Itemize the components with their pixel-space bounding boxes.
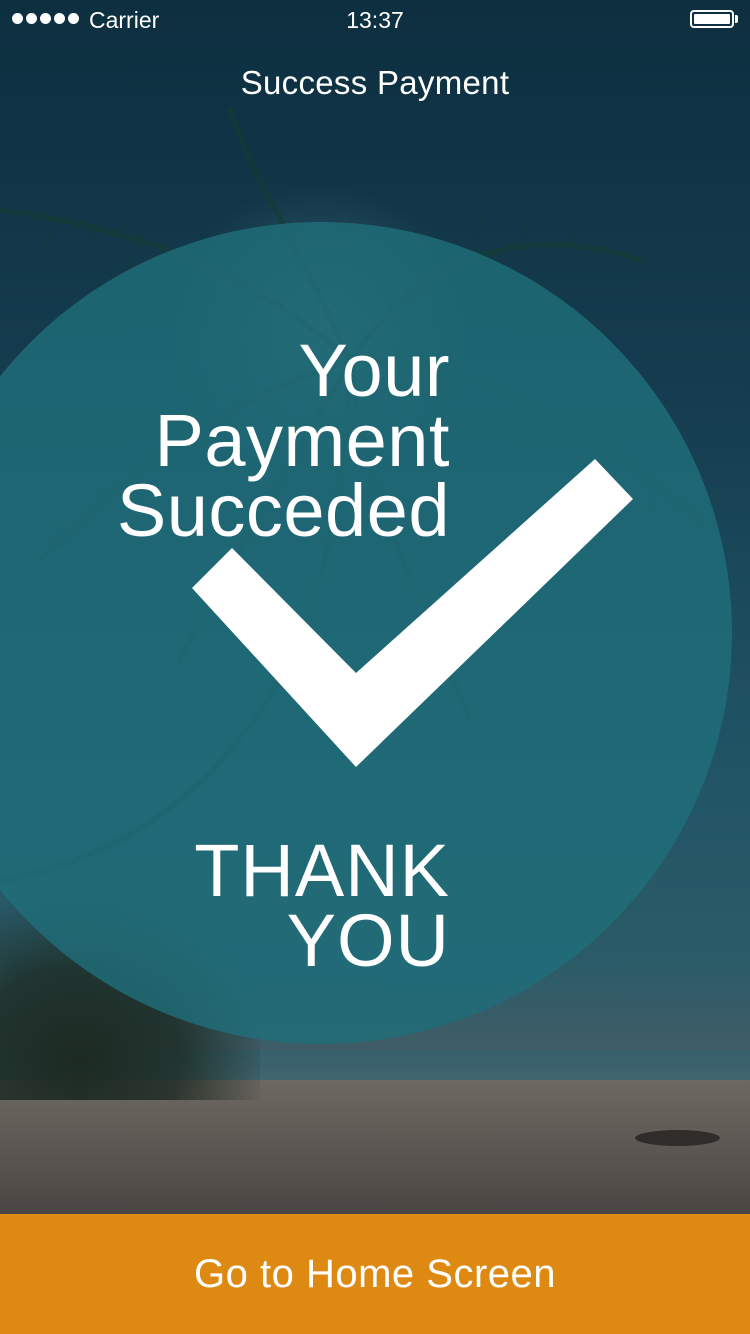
checkmark-icon xyxy=(192,459,633,767)
status-time: 13:37 xyxy=(346,7,404,33)
status-bar: Carrier 13:37 xyxy=(0,0,750,40)
thank-you-line-1: THANK xyxy=(194,829,450,912)
go-to-home-button[interactable]: Go to Home Screen xyxy=(0,1214,750,1334)
battery-icon xyxy=(690,10,734,28)
battery-tip xyxy=(735,15,738,23)
headline-line-1: Your xyxy=(298,329,450,412)
payment-success-screen: Carrier 13:37 Success Payment Your Payme… xyxy=(0,0,750,1334)
thank-you-line-2: YOU xyxy=(286,899,450,982)
page-title: Success Payment xyxy=(240,64,510,101)
thank-you-text: THANK YOU xyxy=(194,829,450,982)
